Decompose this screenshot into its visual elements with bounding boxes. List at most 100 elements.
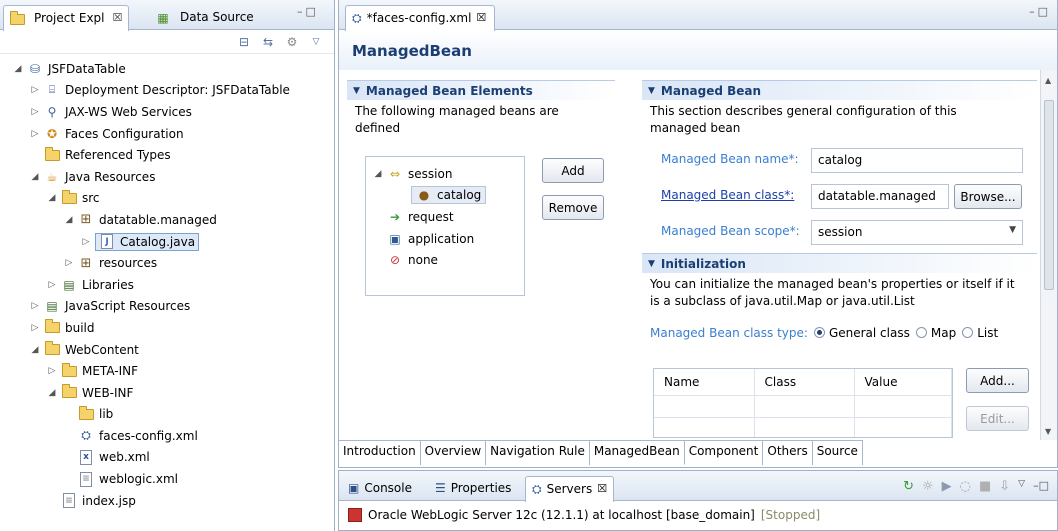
close-icon[interactable]: ☒	[597, 482, 607, 502]
tree-item[interactable]: ◢ WebContent	[0, 339, 334, 361]
tree-item[interactable]: ▷ build	[0, 317, 334, 339]
collapse-arrow-icon[interactable]: ◢	[372, 169, 384, 179]
expand-arrow-icon[interactable]: ▷	[46, 280, 58, 290]
tab-console[interactable]: ▣ Console	[342, 476, 418, 502]
bean-name-input[interactable]: catalog	[811, 148, 1023, 173]
tree-item[interactable]: ▷ ▤ JavaScript Resources	[0, 296, 334, 318]
expand-arrow-icon[interactable]: ▷	[29, 323, 41, 333]
expand-arrow-icon[interactable]: ▷	[63, 258, 75, 268]
tree-item[interactable]: ▷ J Catalog.java	[0, 231, 334, 253]
tree-item[interactable]: Referenced Types	[0, 144, 334, 166]
tree-item-label: Faces Configuration	[65, 126, 184, 141]
column-header-value: Value	[854, 369, 952, 396]
tree-item[interactable]: ▷ ▤ Libraries	[0, 274, 334, 296]
tree-item[interactable]: ◢ ⛁ JSFDataTable	[0, 58, 334, 80]
bean-scope-label: Managed Bean scope*:	[661, 224, 800, 238]
bean-class-link[interactable]: Managed Bean class*:	[661, 188, 794, 202]
tree-item[interactable]: ≡ index.jsp	[0, 490, 334, 512]
close-icon[interactable]: ☒	[113, 11, 123, 24]
tree-item[interactable]: ◢ ⊞ datatable.managed	[0, 209, 334, 231]
section-header[interactable]: ▼ Managed Bean	[642, 80, 1037, 100]
tree-item[interactable]: ⛭ faces-config.xml	[0, 425, 334, 447]
bean-tree-item[interactable]: ➔ request	[372, 206, 524, 228]
minimize-maximize-icon[interactable]: –□	[297, 5, 319, 18]
section-header[interactable]: ▼ Initialization	[642, 253, 1037, 273]
close-icon[interactable]: ☒	[476, 11, 486, 31]
scroll-up-icon[interactable]: ▲	[1045, 76, 1051, 85]
tree-item[interactable]: x web.xml	[0, 447, 334, 469]
minimize-maximize-icon[interactable]: –□	[1029, 5, 1051, 18]
page-tab-source[interactable]: Source	[813, 441, 863, 465]
collapse-arrow-icon[interactable]: ◢	[29, 172, 41, 182]
debug-icon[interactable]: ☼	[922, 479, 934, 494]
tree-item[interactable]: ≡ weblogic.xml	[0, 468, 334, 490]
profile-icon[interactable]: ◌	[960, 479, 971, 494]
bean-tree-item[interactable]: ⊘ none	[372, 249, 524, 271]
tab-project-explorer[interactable]: Project Expl ☒	[3, 5, 130, 31]
expand-arrow-icon[interactable]: ▷	[46, 366, 58, 376]
add-property-button[interactable]: Add...	[966, 368, 1029, 393]
expand-arrow-icon[interactable]: ▷	[29, 107, 41, 117]
tree-item[interactable]: ▷ ⌸ Deployment Descriptor: JSFDataTable	[0, 80, 334, 102]
table-row[interactable]	[654, 395, 952, 418]
scroll-down-icon[interactable]: ▼	[1045, 427, 1051, 436]
expand-arrow-icon[interactable]: ▷	[29, 129, 41, 139]
bean-tree-item[interactable]: ◢ ⇔ session	[372, 163, 524, 185]
page-tab-managedbean[interactable]: ManagedBean	[589, 441, 685, 465]
section-header[interactable]: ▼ Managed Bean Elements	[347, 80, 615, 100]
tab-properties[interactable]: ☰ Properties	[429, 476, 517, 502]
remove-bean-button[interactable]: Remove	[542, 195, 604, 220]
expand-arrow-icon[interactable]: ▷	[29, 301, 41, 311]
tab-data-source[interactable]: ▦ Data Source	[150, 5, 260, 31]
minimize-maximize-icon[interactable]: –□	[1033, 479, 1049, 494]
vertical-scrollbar[interactable]: ▲ ▼	[1040, 70, 1057, 440]
link-with-editor-icon[interactable]: ⇆	[260, 34, 276, 50]
tree-item[interactable]: ◢ src	[0, 188, 334, 210]
tab-servers[interactable]: ⛭ Servers ☒	[525, 476, 615, 502]
collapse-arrow-icon[interactable]: ◢	[63, 215, 75, 225]
page-tab-overview[interactable]: Overview	[421, 441, 487, 465]
scrollbar-thumb[interactable]	[1044, 100, 1054, 290]
page-tab-introduction[interactable]: Introduction	[339, 441, 421, 465]
stop-icon[interactable]: ■	[979, 479, 991, 494]
filter-icon[interactable]: ⚙	[284, 34, 300, 50]
server-row[interactable]: Oracle WebLogic Server 12c (12.1.1) at l…	[339, 501, 1057, 522]
collapse-arrow-icon[interactable]: ◢	[12, 64, 24, 74]
tree-item[interactable]: ▷ ✪ Faces Configuration	[0, 123, 334, 145]
tree-item[interactable]: ▷ ⚲ JAX-WS Web Services	[0, 101, 334, 123]
view-menu-icon[interactable]: ▽	[1018, 479, 1025, 494]
bean-class-input[interactable]: datatable.managed	[811, 184, 949, 209]
page-tab-component[interactable]: Component	[685, 441, 764, 465]
bean-tree-item[interactable]: ▣ application	[372, 228, 524, 250]
managed-bean-tree[interactable]: ◢ ⇔ session ● catalog ➔ request ▣ application ⊘ no…	[365, 156, 525, 296]
bean-tree-item-label: request	[408, 209, 454, 224]
bean-tree-item[interactable]: ● catalog	[372, 185, 524, 207]
collapse-arrow-icon[interactable]: ◢	[29, 345, 41, 355]
collapse-all-icon[interactable]: ⊟	[236, 34, 252, 50]
refresh-icon[interactable]: ↻	[903, 479, 914, 494]
table-row[interactable]	[654, 417, 952, 437]
tab-faces-config[interactable]: ⛭ *faces-config.xml ☒	[345, 5, 496, 31]
tree-item[interactable]: ◢ ☕ Java Resources	[0, 166, 334, 188]
tree-item[interactable]: lib	[0, 404, 334, 426]
page-tab-navigation-rule[interactable]: Navigation Rule	[486, 441, 590, 465]
radio-general-class[interactable]: General class	[813, 326, 910, 340]
edit-property-button[interactable]: Edit...	[966, 406, 1029, 431]
expand-arrow-icon[interactable]: ▷	[29, 85, 41, 95]
page-tab-others[interactable]: Others	[763, 441, 813, 465]
expand-arrow-icon[interactable]: ▷	[80, 237, 92, 247]
collapse-arrow-icon[interactable]: ◢	[46, 388, 58, 398]
view-menu-icon[interactable]: ▽	[308, 34, 324, 50]
tree-item[interactable]: ◢ WEB-INF	[0, 382, 334, 404]
tree-item[interactable]: ▷ META-INF	[0, 360, 334, 382]
initialization-table[interactable]: Name Class Value	[653, 368, 953, 438]
collapse-arrow-icon[interactable]: ◢	[46, 193, 58, 203]
bean-scope-select[interactable]: session ▼	[811, 220, 1023, 245]
start-icon[interactable]: ▶	[942, 479, 952, 494]
radio-list[interactable]: List	[962, 326, 998, 340]
radio-map[interactable]: Map	[915, 326, 956, 340]
browse-button[interactable]: Browse...	[954, 184, 1022, 209]
publish-icon[interactable]: ⇩	[999, 479, 1010, 494]
add-bean-button[interactable]: Add	[542, 158, 604, 183]
tree-item[interactable]: ▷ ⊞ resources	[0, 252, 334, 274]
